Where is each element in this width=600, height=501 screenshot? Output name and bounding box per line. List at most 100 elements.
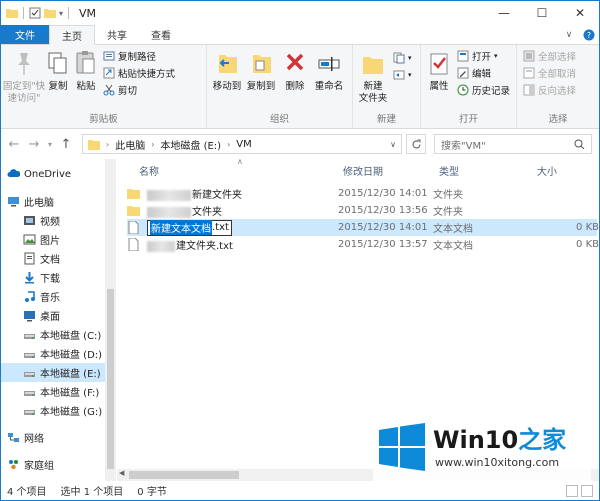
invert-selection-button[interactable]: 反向选择: [523, 83, 576, 97]
organize-group-label: 组织: [269, 114, 289, 125]
nav-scrollbar-thumb[interactable]: [107, 289, 114, 469]
drive-icon: [24, 372, 35, 377]
properties-icon[interactable]: [29, 7, 41, 19]
nav-item[interactable]: 下载: [1, 268, 116, 287]
nav-item[interactable]: 视频: [1, 211, 116, 230]
nav-item[interactable]: 家庭组: [1, 455, 116, 474]
drive-icon: [24, 391, 35, 396]
search-box[interactable]: 搜索"VM": [434, 134, 592, 154]
new-folder-icon[interactable]: [44, 7, 56, 19]
nav-item[interactable]: 本地磁盘 (G:): [1, 401, 116, 420]
new-group: 新建 文件夹 ▾ ▾ 新建: [353, 45, 421, 128]
tab-share[interactable]: 共享: [95, 25, 139, 44]
minimize-button[interactable]: —: [485, 1, 523, 25]
nav-item-label: 桌面: [40, 312, 60, 323]
recent-locations-icon[interactable]: ▾: [46, 140, 54, 149]
easy-access-button[interactable]: ▾: [393, 68, 412, 82]
customize-dropdown-icon[interactable]: ▾: [59, 9, 63, 18]
copy-path-button[interactable]: 复制路径: [103, 49, 175, 63]
nav-item[interactable]: 本地磁盘 (E:): [1, 363, 116, 382]
history-button[interactable]: 历史记录: [457, 83, 510, 97]
nav-item-label: 家庭组: [24, 461, 54, 472]
file-date: 2015/12/30 13:57: [338, 239, 428, 250]
cloud-icon: [7, 169, 20, 177]
folder-icon: [127, 206, 140, 216]
nav-item[interactable]: 桌面: [1, 306, 116, 325]
file-row[interactable]: 新建文件夹 2015/12/30 14:01 文件夹: [127, 185, 597, 202]
details-view-icon[interactable]: [566, 484, 578, 497]
search-icon[interactable]: [574, 139, 585, 150]
horizontal-scrollbar-thumb[interactable]: [129, 471, 239, 479]
scroll-left-icon[interactable]: ◀: [119, 469, 124, 477]
toolbar-separator: [23, 7, 24, 19]
document-icon: [24, 252, 35, 265]
large-icons-view-icon[interactable]: [581, 484, 593, 497]
file-row[interactable]: 文件夹 2015/12/30 13:56 文件夹: [127, 202, 597, 219]
nav-item-label: 本地磁盘 (C:): [40, 331, 102, 342]
breadcrumb-vm[interactable]: VM: [236, 139, 251, 150]
search-placeholder: 搜索"VM": [441, 140, 486, 152]
file-row[interactable]: 建文件夹.txt 2015/12/30 13:57 文本文档 0 KB: [127, 236, 599, 253]
select-none-button[interactable]: 全部取消: [523, 66, 576, 80]
help-icon[interactable]: ?: [579, 25, 599, 44]
nav-item[interactable]: 本地磁盘 (C:): [1, 325, 116, 344]
select-all-button[interactable]: 全部选择: [523, 49, 576, 63]
toolbar-separator: [68, 7, 70, 19]
dropdown-arrow-icon: ▾: [408, 54, 412, 62]
tab-view[interactable]: 查看: [139, 25, 183, 44]
open-icon: [457, 50, 469, 62]
open-group: 属性 打开 ▾ 编辑 历史记录 打开: [421, 45, 517, 128]
rename-icon: [318, 57, 340, 71]
open-button[interactable]: 打开 ▾: [457, 49, 510, 63]
close-button[interactable]: ✕: [561, 1, 599, 25]
file-name: 文件夹: [147, 203, 222, 218]
nav-item-label: 此电脑: [24, 198, 54, 209]
edit-button[interactable]: 编辑: [457, 66, 510, 80]
cut-button[interactable]: 剪切: [103, 83, 175, 97]
selected-count: 选中 1 个项目: [60, 487, 124, 498]
breadcrumb-this-pc[interactable]: 此电脑: [115, 137, 145, 152]
refresh-button[interactable]: [406, 134, 426, 154]
nav-item[interactable]: OneDrive: [1, 165, 116, 184]
forward-arrow-icon[interactable]: →: [26, 137, 42, 152]
nav-item[interactable]: 本地磁盘 (F:): [1, 382, 116, 401]
column-date[interactable]: 修改日期: [343, 163, 383, 178]
navigation-list: OneDrive 此电脑视频 图片 文档 下载 音乐桌面本地磁盘 (C:) 本地磁盘 (D:…: [1, 165, 116, 474]
history-clock-icon: [457, 84, 469, 96]
selected-size: 0 字节: [137, 487, 167, 498]
back-arrow-icon[interactable]: ←: [6, 137, 22, 152]
tab-home[interactable]: 主页: [49, 25, 95, 45]
address-bar[interactable]: › 此电脑 › 本地磁盘 (E:) › VM ∨: [82, 134, 402, 154]
nav-item[interactable]: 图片: [1, 230, 116, 249]
navigation-bar: ← → ▾ ↑ › 此电脑 › 本地磁盘 (E:) › VM ∨ 搜索"VM": [1, 129, 599, 159]
watermark-url: www.win10xitong.com: [435, 456, 560, 469]
paste-shortcut-button[interactable]: 粘贴快捷方式: [103, 66, 175, 80]
file-row-selected[interactable]: 新建文本文档 .txt 2015/12/30 14:01 文本文档 0 KB: [127, 219, 599, 236]
dropdown-arrow-icon: ▾: [494, 52, 498, 60]
new-item-button[interactable]: ▾: [393, 51, 412, 65]
column-size[interactable]: 大小: [537, 163, 557, 178]
nav-item[interactable]: 网络: [1, 428, 116, 447]
quick-access-toolbar: ▾: [1, 7, 71, 19]
expand-ribbon-icon[interactable]: ∨: [559, 25, 579, 44]
up-arrow-icon[interactable]: ↑: [58, 137, 74, 152]
nav-item[interactable]: 本地磁盘 (D:): [1, 344, 116, 363]
ribbon-tabs: 文件 主页 共享 查看 ∨ ?: [1, 25, 599, 45]
paste-icon: [76, 51, 95, 74]
column-name[interactable]: 名称: [139, 163, 159, 178]
file-date: 2015/12/30 14:01: [338, 188, 428, 199]
drive-icon: [24, 353, 35, 358]
address-dropdown-icon[interactable]: ∨: [390, 140, 396, 149]
clipboard-group-label: 剪贴板: [89, 114, 118, 125]
nav-item[interactable]: 音乐: [1, 287, 116, 306]
nav-item[interactable]: 文档: [1, 249, 116, 268]
tab-file[interactable]: 文件: [1, 25, 49, 44]
nav-scrollbar[interactable]: [105, 159, 116, 481]
breadcrumb-drive-e[interactable]: 本地磁盘 (E:): [160, 137, 221, 152]
nav-item[interactable]: 此电脑: [1, 192, 116, 211]
column-type[interactable]: 类型: [439, 163, 459, 178]
rename-field[interactable]: 新建文本文档 .txt: [147, 219, 232, 236]
maximize-button[interactable]: ☐: [523, 1, 561, 25]
redacted-text: [147, 206, 191, 218]
